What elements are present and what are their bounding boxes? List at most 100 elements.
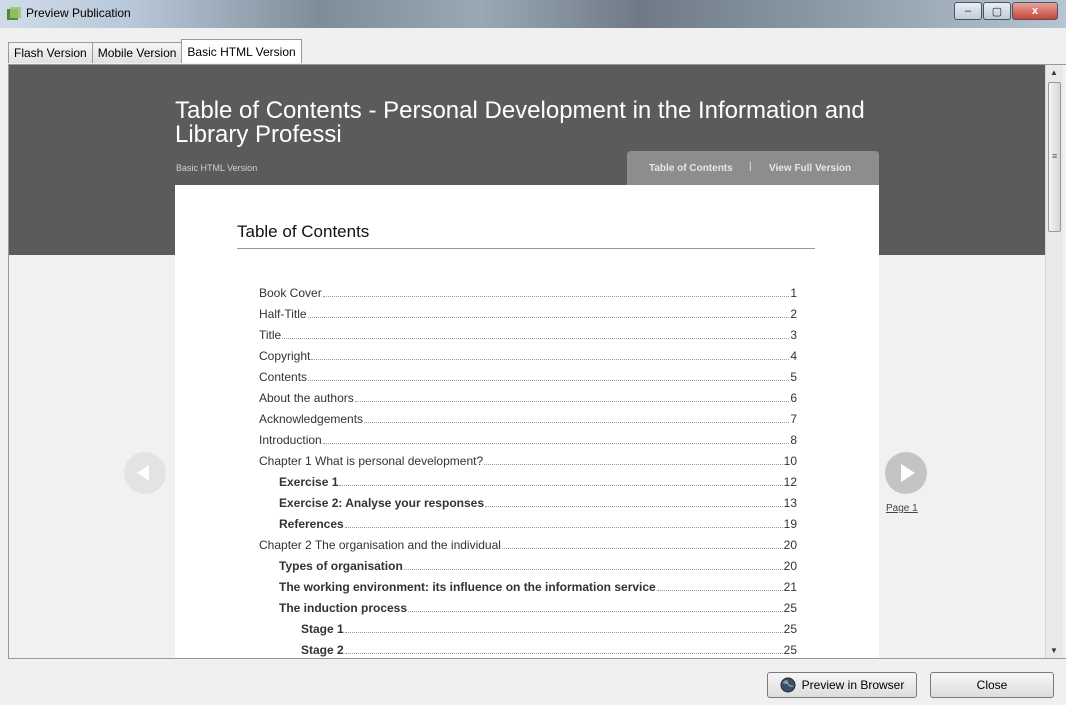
toc-dot-leader	[344, 632, 783, 633]
toc-entry-title: Contents	[259, 370, 308, 384]
toc-list: Book Cover 1 Half-Title 2 Title 3 Copyright 4 Co…	[259, 286, 797, 658]
toc-entry-page: 10	[783, 454, 797, 468]
toc-entry-title: Chapter 1 What is personal development?	[259, 454, 484, 468]
toc-entry[interactable]: Chapter 2 The organisation and the indiv…	[259, 538, 797, 559]
close-button[interactable]: Close	[930, 672, 1054, 698]
toc-entry-page: 25	[783, 601, 797, 615]
toc-entry[interactable]: References 19	[259, 517, 797, 538]
toc-entry-page: 6	[790, 391, 797, 405]
toc-dot-leader	[484, 464, 783, 465]
toc-entry-title: Stage 1	[301, 622, 344, 636]
toc-dot-leader	[364, 422, 790, 423]
toc-page: Table of Contents Book Cover 1 Half-Title 2…	[175, 185, 879, 658]
header-nav: Table of Contents | View Full Version	[627, 151, 879, 185]
toc-entry[interactable]: Copyright 4	[259, 349, 797, 370]
preview-in-browser-button[interactable]: Preview in Browser	[767, 672, 917, 698]
toc-entry[interactable]: Book Cover 1	[259, 286, 797, 307]
toc-entry-title: Acknowledgements	[259, 412, 364, 426]
preview-button-label: Preview in Browser	[801, 678, 905, 692]
toc-entry[interactable]: Stage 2 25	[259, 643, 797, 658]
grip-icon: ≡	[1052, 151, 1058, 161]
next-page-link[interactable]: Page 1	[886, 503, 918, 514]
app-icon	[7, 7, 21, 20]
toc-entry[interactable]: Half-Title 2	[259, 307, 797, 328]
toc-dot-leader	[311, 359, 790, 360]
toc-entry-page: 5	[790, 370, 797, 384]
toc-entry-title: Chapter 2 The organisation and the indiv…	[259, 538, 501, 552]
toc-entry[interactable]: Stage 1 25	[259, 622, 797, 643]
toc-entry-title: Exercise 2: Analyse your responses	[279, 496, 484, 510]
scrollbar-thumb[interactable]: ≡	[1048, 82, 1061, 232]
scroll-down-icon[interactable]: ▼	[1050, 646, 1058, 655]
toc-entry-page: 2	[790, 307, 797, 321]
toc-entry-page: 8	[790, 433, 797, 447]
toc-entry[interactable]: Exercise 1 12	[259, 475, 797, 496]
scroll-up-icon[interactable]: ▲	[1050, 68, 1058, 77]
preview-frame: Table of Contents - Personal Development…	[8, 64, 1066, 659]
window-title: Preview Publication	[26, 6, 131, 20]
toc-entry-title: Book Cover	[259, 286, 322, 300]
toc-entry-title: References	[279, 517, 344, 531]
minimize-button[interactable]: –	[954, 2, 982, 20]
toc-entry[interactable]: Acknowledgements 7	[259, 412, 797, 433]
toc-entry-page: 21	[783, 580, 797, 594]
toc-dot-leader	[656, 590, 783, 591]
toc-entry-page: 25	[783, 622, 797, 636]
toc-entry[interactable]: The induction process 25	[259, 601, 797, 622]
toc-entry-page: 13	[783, 496, 797, 510]
toc-entry-title: Copyright	[259, 349, 311, 363]
toc-dot-leader	[501, 548, 783, 549]
tab-basic-html-version[interactable]: Basic HTML Version	[181, 39, 302, 63]
toc-entry[interactable]: Chapter 1 What is personal development? 1…	[259, 454, 797, 475]
toc-dot-leader	[344, 527, 783, 528]
close-window-button[interactable]: x	[1012, 2, 1058, 20]
page-title: Table of Contents - Personal Development…	[175, 97, 865, 148]
toc-entry-page: 20	[783, 559, 797, 573]
toc-entry-title: Exercise 1	[279, 475, 339, 489]
toc-entry[interactable]: Types of organisation 20	[259, 559, 797, 580]
toc-entry-page: 25	[783, 643, 797, 657]
tab-mobile-version[interactable]: Mobile Version	[91, 42, 183, 63]
toc-heading: Table of Contents	[237, 222, 815, 249]
toc-entry-page: 20	[783, 538, 797, 552]
toc-entry-page: 1	[790, 286, 797, 300]
toc-entry[interactable]: Introduction 8	[259, 433, 797, 454]
toc-entry[interactable]: Exercise 2: Analyse your responses 13	[259, 496, 797, 517]
toc-entry-title: The induction process	[279, 601, 408, 615]
vertical-scrollbar[interactable]: ▲ ≡ ▼	[1045, 65, 1063, 658]
toc-dot-leader	[307, 317, 790, 318]
toc-dot-leader	[339, 485, 783, 486]
page-subtitle: Basic HTML Version	[176, 163, 258, 173]
toc-entry-title: Stage 2	[301, 643, 344, 657]
maximize-button[interactable]: ▢	[983, 2, 1011, 20]
toc-entry-title: Introduction	[259, 433, 322, 447]
toc-dot-leader	[308, 380, 790, 381]
toc-dot-leader	[408, 611, 783, 612]
nav-table-of-contents[interactable]: Table of Contents	[649, 163, 733, 174]
toc-entry-title: Half-Title	[259, 307, 307, 321]
toc-entry-page: 3	[790, 328, 797, 342]
toc-dot-leader	[485, 506, 783, 507]
toc-entry-title: Title	[259, 328, 282, 342]
toc-entry[interactable]: Title 3	[259, 328, 797, 349]
toc-entry-page: 4	[790, 349, 797, 363]
toc-entry-page: 12	[783, 475, 797, 489]
nav-view-full-version[interactable]: View Full Version	[769, 163, 851, 174]
toc-entry-title: About the authors	[259, 391, 354, 405]
toc-entry-title: Types of organisation	[279, 559, 403, 573]
toc-dot-leader	[282, 338, 790, 339]
toc-entry-page: 19	[783, 517, 797, 531]
tab-flash-version[interactable]: Flash Version	[8, 42, 93, 63]
prev-page-button[interactable]	[124, 452, 166, 494]
toc-entry[interactable]: About the authors 6	[259, 391, 797, 412]
toc-dot-leader	[354, 401, 790, 402]
next-page-button[interactable]	[885, 452, 927, 494]
toc-dot-leader	[322, 443, 790, 444]
arrow-left-icon	[137, 465, 149, 481]
toc-dot-leader	[403, 569, 783, 570]
toc-entry[interactable]: The working environment: its influence o…	[259, 580, 797, 601]
toc-entry-title: The working environment: its influence o…	[279, 580, 656, 594]
title-bar: Preview Publication – ▢ x	[0, 0, 1066, 28]
arrow-right-icon	[901, 464, 915, 482]
toc-entry[interactable]: Contents 5	[259, 370, 797, 391]
